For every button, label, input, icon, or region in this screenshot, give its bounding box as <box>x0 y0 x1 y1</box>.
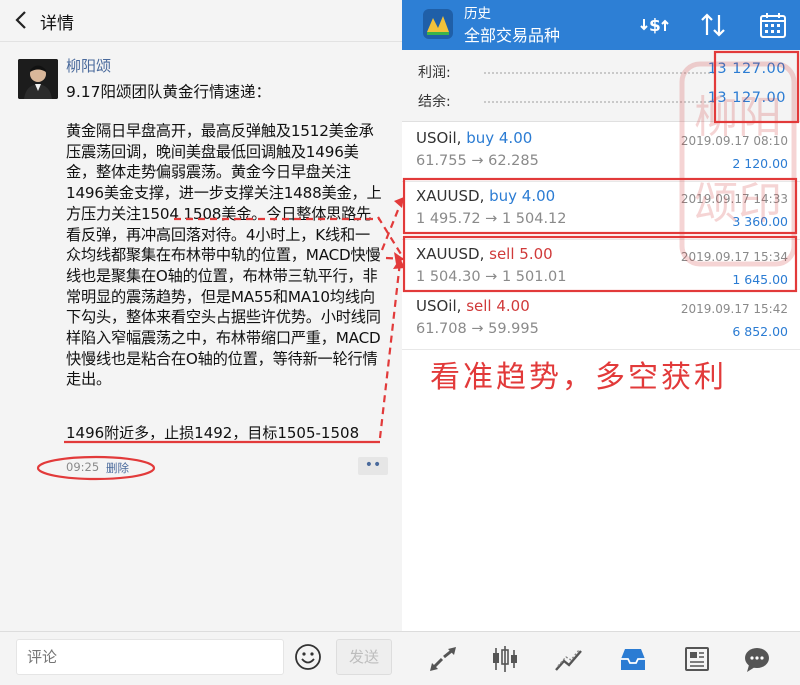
calendar-icon[interactable] <box>758 10 788 40</box>
trade-history-panel: 历史 全部交易品种 $ 利润: 13 127.00 结余: 13 127.00 … <box>402 0 800 685</box>
trade-prices: 1 495.72 → 1 504.12 <box>416 211 567 227</box>
trade-side: sell 4.00 <box>466 297 530 315</box>
metatrader-logo-icon <box>422 8 454 40</box>
trade-symbol: USOil, <box>416 297 462 315</box>
trade-profit: 6 852.00 <box>732 324 788 339</box>
trade-prices: 61.708 → 59.995 <box>416 321 539 337</box>
more-options-button[interactable]: •• <box>358 457 388 475</box>
profit-label: 利润: <box>418 65 451 81</box>
trade-side: sell 5.00 <box>489 245 553 263</box>
post-trade-target: 1496附近多，止损1492，目标1505-1508 <box>66 424 360 442</box>
line-chart-icon[interactable] <box>554 645 584 673</box>
chat-bubble-icon[interactable] <box>742 645 772 673</box>
emoji-icon[interactable] <box>294 643 322 671</box>
promo-slogan: 看准趋势，多空获利 <box>430 360 727 395</box>
svg-text:$: $ <box>649 16 661 36</box>
post-detail-header: 详情 <box>0 0 402 42</box>
trade-side: buy 4.00 <box>466 129 533 147</box>
trade-symbol: USOil, <box>416 129 462 147</box>
trade-profit: 1 645.00 <box>732 272 788 287</box>
news-icon[interactable] <box>682 645 712 673</box>
post-timestamp: 09:25 <box>66 460 100 474</box>
trade-side: buy 4.00 <box>489 187 556 205</box>
comment-input[interactable] <box>16 639 284 675</box>
delete-link[interactable]: 删除 <box>106 460 129 476</box>
author-name[interactable]: 柳阳颂 <box>66 55 111 76</box>
page-title: 详情 <box>40 14 74 34</box>
symbol-filter[interactable]: 全部交易品种 <box>464 22 560 46</box>
post-body-text: 黄金隔日早盘高开，最高反弹触及1512美金承压震荡回调，晚间美盘最低回调触及14… <box>66 122 382 389</box>
trade-symbol: XAUUSD, <box>416 245 485 263</box>
balance-label: 结余: <box>418 94 451 110</box>
send-button[interactable]: 发送 <box>336 639 392 675</box>
trade-date: 2019.09.17 15:42 <box>680 302 788 316</box>
trade-prices: 61.755 → 62.285 <box>416 153 539 169</box>
trade-prices: 1 504.30 → 1 501.01 <box>416 269 567 285</box>
app-header: 历史 全部交易品种 $ <box>402 0 800 50</box>
bottom-navigation <box>402 631 800 685</box>
candlestick-chart-icon[interactable] <box>490 645 520 673</box>
seal-lettering: 颂印 <box>694 178 782 229</box>
seal-watermark: 柳阳 颂印 <box>679 61 797 267</box>
post-heading: 9.17阳颂团队黄金行情速递： <box>66 83 272 101</box>
chat-post-panel: 详情 柳阳颂 9.17阳颂团队黄金行情速递： 黄金隔日早盘高开，最高反弹触及15… <box>0 0 402 685</box>
trade-arrows-icon[interactable] <box>428 645 458 673</box>
trade-symbol: XAUUSD, <box>416 187 485 205</box>
trade-row[interactable]: USOil, sell 4.00 61.708 → 59.995 2019.09… <box>402 292 800 350</box>
currency-swap-icon[interactable]: $ <box>640 10 670 40</box>
screen-title: 历史 <box>464 6 491 22</box>
seal-lettering: 柳阳 <box>694 92 782 143</box>
author-avatar[interactable] <box>18 59 58 99</box>
sort-icon[interactable] <box>698 10 728 40</box>
history-inbox-icon[interactable] <box>618 645 648 673</box>
back-arrow-icon[interactable] <box>12 8 32 32</box>
